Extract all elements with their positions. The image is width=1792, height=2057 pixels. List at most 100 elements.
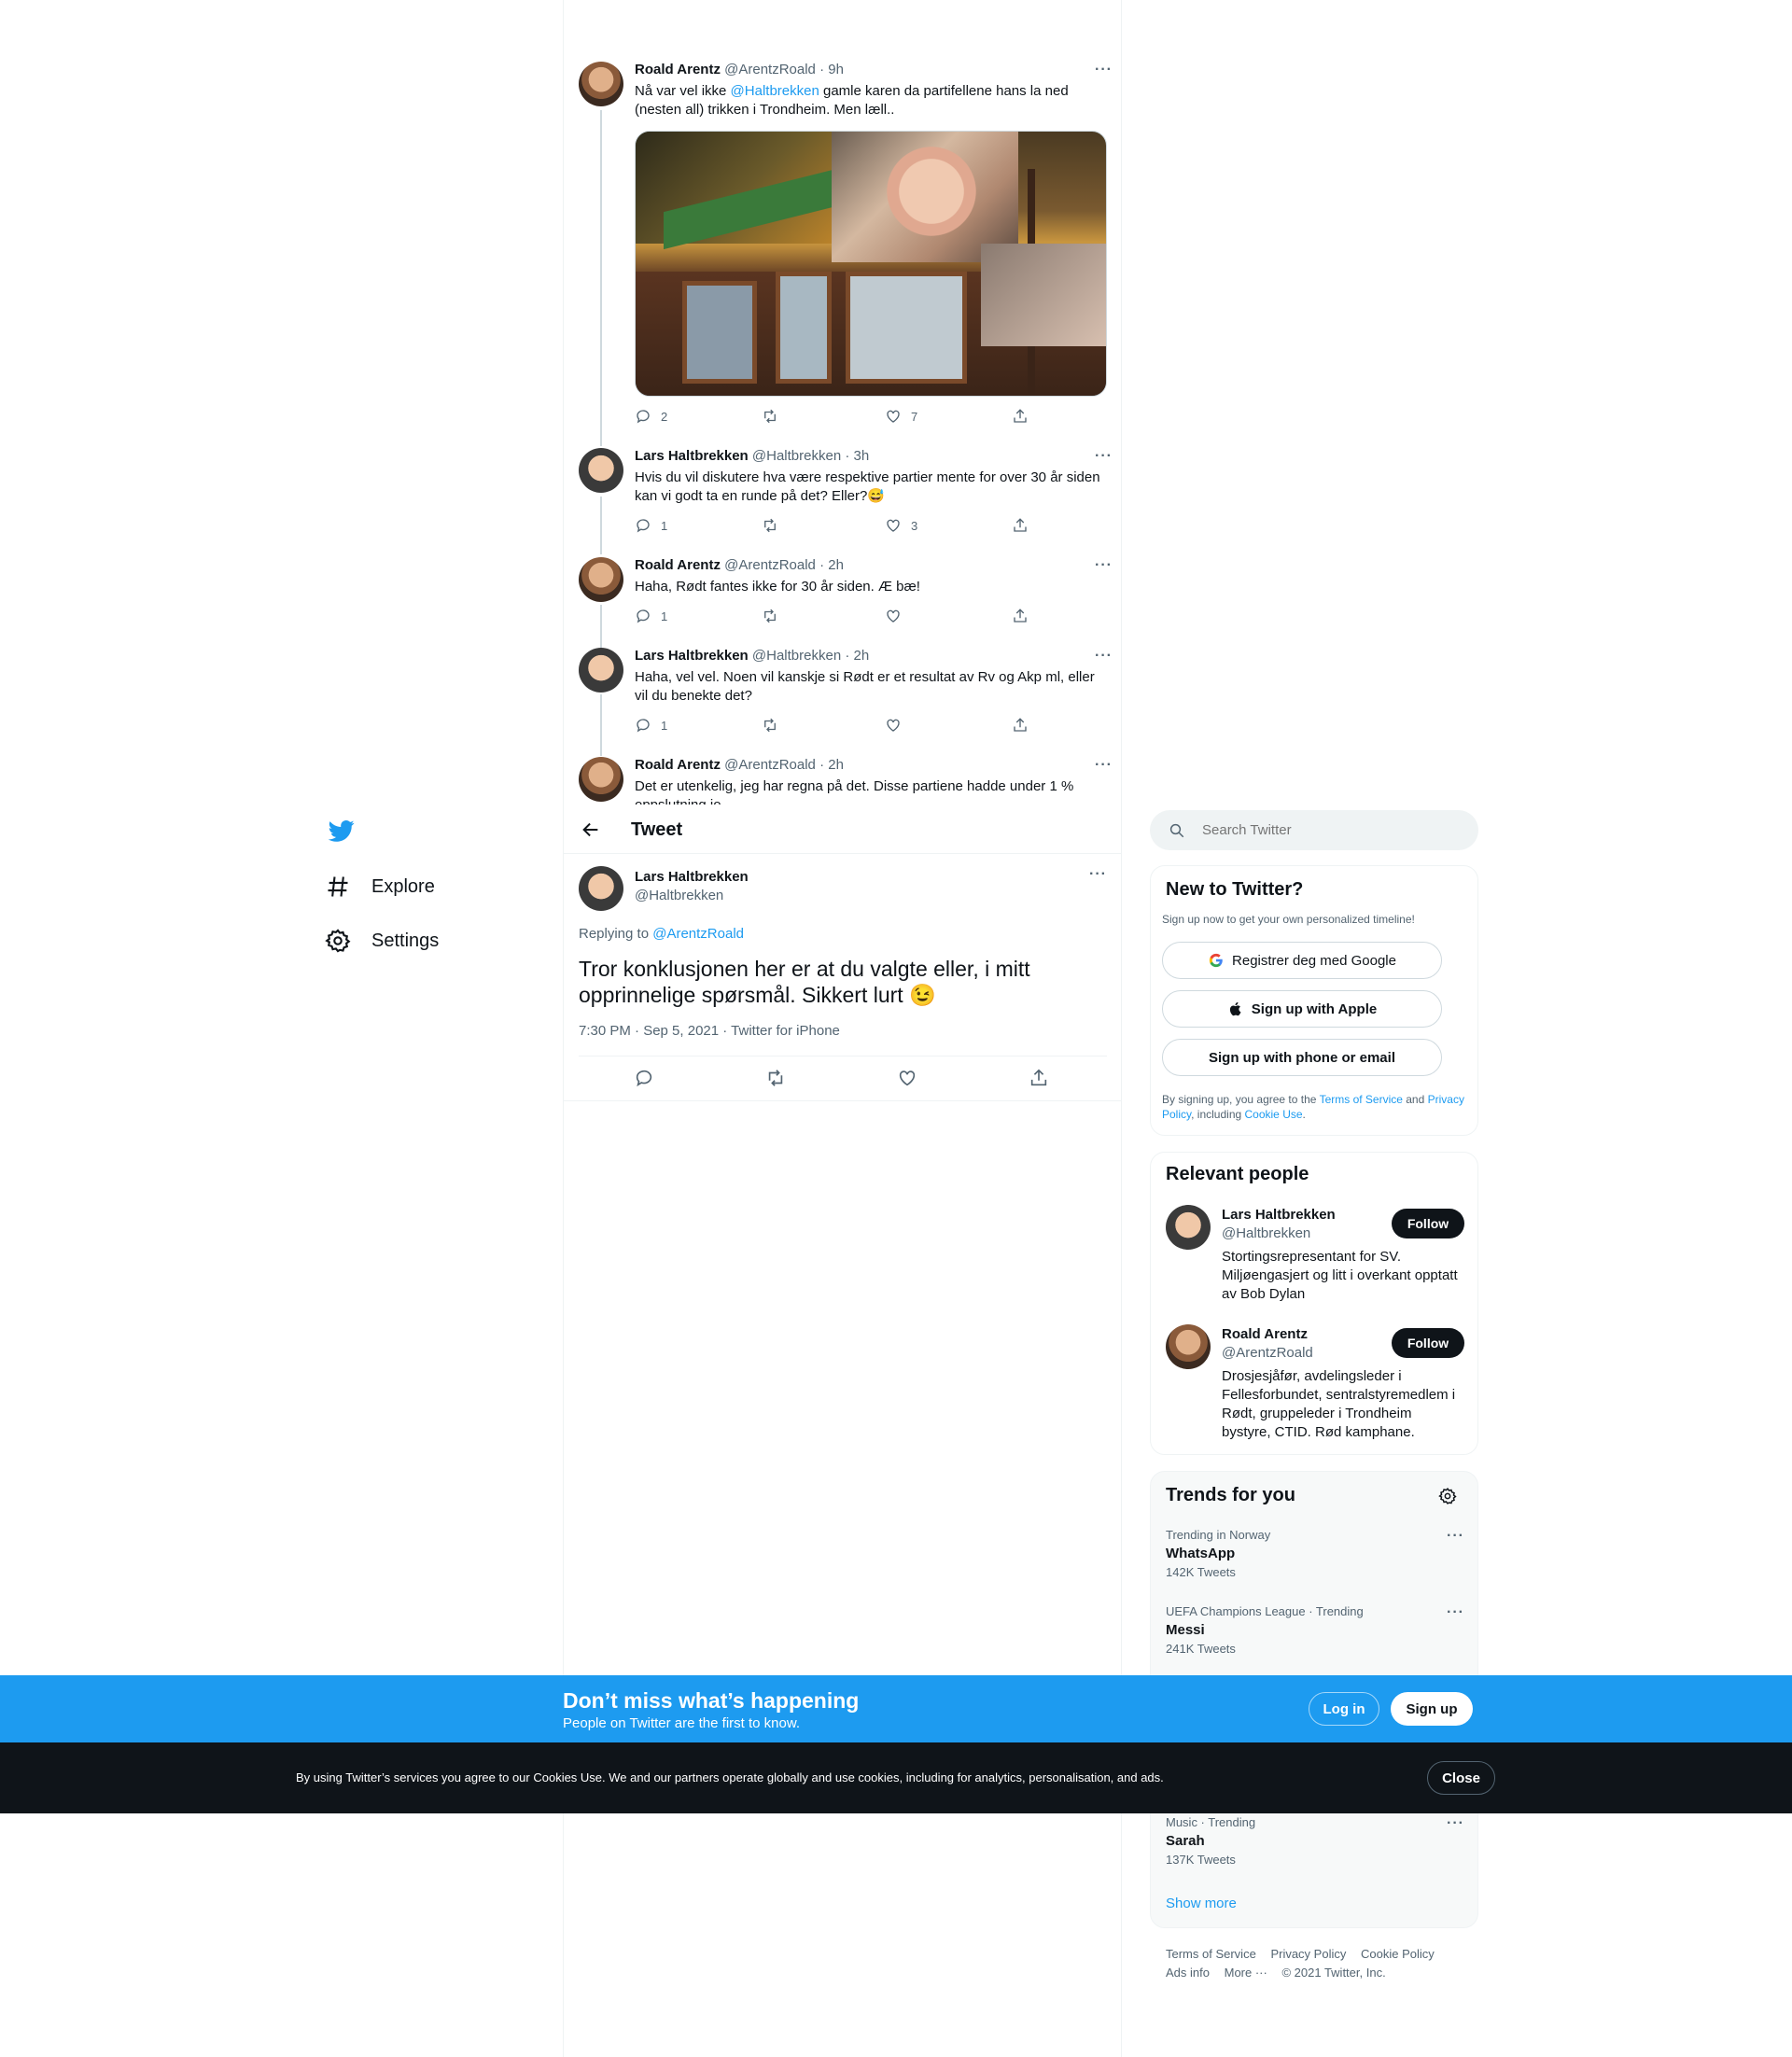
thread-tweet[interactable]: Roald Arentz @ArentzRoald · 2h ··· Det e… [579, 757, 1113, 805]
like-button[interactable]: 7 [885, 408, 917, 425]
author-name[interactable]: Roald Arentz [635, 62, 721, 77]
tweet-time[interactable]: · 2h [819, 557, 844, 573]
footer-cookie-link[interactable]: Cookie Policy [1361, 1947, 1435, 1961]
terms-link[interactable]: Terms of Service [1320, 1093, 1403, 1106]
reply-button[interactable]: 1 [635, 517, 667, 534]
avatar[interactable] [1166, 1205, 1211, 1250]
retweet-button[interactable] [762, 408, 778, 425]
footer-more-link[interactable]: More ··· [1225, 1966, 1267, 1980]
cookie-close-button[interactable]: Close [1427, 1761, 1495, 1795]
like-button[interactable] [897, 1068, 917, 1093]
avatar[interactable] [579, 62, 623, 106]
like-button[interactable] [885, 717, 902, 734]
reply-button[interactable]: 2 [635, 408, 667, 425]
relevant-people-card: Relevant people Lars Haltbrekken @Haltbr… [1150, 1152, 1478, 1455]
author-name[interactable]: Roald Arentz [635, 757, 721, 773]
author-handle[interactable]: @ArentzRoald [724, 557, 816, 573]
author-handle[interactable]: @ArentzRoald [724, 757, 816, 773]
more-options-icon[interactable]: ··· [1095, 757, 1113, 774]
replying-to-link[interactable]: @ArentzRoald [652, 926, 744, 942]
author-name[interactable]: Roald Arentz [635, 557, 721, 573]
avatar[interactable] [579, 557, 623, 602]
retweet-icon [764, 718, 776, 733]
more-options-icon[interactable]: ··· [1095, 62, 1113, 78]
phone-email-signup-button[interactable]: Sign up with phone or email [1162, 1039, 1442, 1076]
trend-item[interactable]: Trending in Norway WhatsApp 142K Tweets … [1166, 1528, 1464, 1579]
more-options-icon[interactable]: ··· [1095, 648, 1113, 665]
author-handle[interactable]: @Haltbrekken [635, 888, 723, 903]
avatar[interactable] [579, 866, 623, 911]
trend-name: Sarah [1166, 1833, 1205, 1849]
tweet-time[interactable]: · 2h [845, 648, 869, 664]
retweet-button[interactable] [762, 717, 778, 734]
share-button[interactable] [1029, 1068, 1049, 1093]
tweet-time[interactable]: · 9h [819, 62, 844, 77]
search-box[interactable] [1150, 810, 1478, 850]
tweet-time[interactable]: · 2h [819, 757, 844, 773]
reply-button[interactable] [634, 1068, 654, 1093]
avatar[interactable] [579, 648, 623, 693]
back-arrow-icon[interactable] [581, 819, 601, 840]
reply-button[interactable]: 1 [635, 608, 667, 624]
author-handle[interactable]: @Haltbrekken [752, 648, 841, 664]
google-signup-button[interactable]: Registrer deg med Google [1162, 942, 1442, 979]
more-options-icon[interactable]: ··· [1447, 1815, 1464, 1832]
thread-tweet[interactable]: Roald Arentz @ArentzRoald · 9h ··· Nå va… [579, 62, 1113, 435]
tweet-timestamp[interactable]: 7:30 PM · Sep 5, 2021 · Twitter for iPho… [579, 1023, 840, 1039]
share-button[interactable] [1012, 408, 1029, 425]
thread-tweet[interactable]: Roald Arentz @ArentzRoald · 2h ··· Haha,… [579, 557, 1113, 632]
more-options-icon[interactable]: ··· [1447, 1528, 1464, 1545]
author-handle[interactable]: @Haltbrekken [752, 448, 841, 464]
retweet-button[interactable] [762, 517, 778, 534]
trends-settings-icon[interactable] [1438, 1487, 1457, 1510]
follow-button[interactable]: Follow [1392, 1328, 1464, 1358]
more-options-icon[interactable]: ··· [1447, 1604, 1464, 1621]
avatar[interactable] [579, 448, 623, 493]
share-button[interactable] [1012, 517, 1029, 534]
trend-item[interactable]: Music · Trending Sarah 137K Tweets ··· [1166, 1815, 1464, 1867]
nav-explore[interactable]: Explore [325, 874, 435, 900]
trend-item[interactable]: UEFA Champions League · Trending Messi 2… [1166, 1604, 1464, 1656]
follow-button[interactable]: Follow [1392, 1209, 1464, 1238]
person-item[interactable]: Roald Arentz @ArentzRoald Follow Drosjes… [1151, 1324, 1479, 1446]
footer-ads-link[interactable]: Ads info [1166, 1966, 1210, 1980]
author-handle[interactable]: @ArentzRoald [724, 62, 816, 77]
nav-settings[interactable]: Settings [325, 928, 439, 954]
thread-tweet[interactable]: Lars Haltbrekken @Haltbrekken · 2h ··· H… [579, 648, 1113, 741]
share-button[interactable] [1012, 717, 1029, 734]
banner-signup-button[interactable]: Sign up [1391, 1692, 1473, 1726]
person-item[interactable]: Lars Haltbrekken @Haltbrekken Follow Sto… [1151, 1205, 1479, 1317]
more-options-icon[interactable]: ··· [1095, 557, 1113, 574]
mention-link[interactable]: @Haltbrekken [731, 83, 819, 99]
like-button[interactable]: 3 [885, 517, 917, 534]
author-name[interactable]: Lars Haltbrekken [635, 448, 749, 464]
tweet-photo[interactable] [635, 131, 1107, 397]
footer-links-row: Terms of Service Privacy Policy Cookie P… [1166, 1947, 1446, 1961]
thread-tweet[interactable]: Lars Haltbrekken @Haltbrekken · 3h ··· H… [579, 448, 1113, 541]
apple-signup-button[interactable]: Sign up with Apple [1162, 990, 1442, 1028]
login-button[interactable]: Log in [1309, 1692, 1379, 1726]
cookie-use-link[interactable]: Cookie Use [1245, 1108, 1303, 1121]
author-name[interactable]: Lars Haltbrekken [635, 869, 749, 885]
person-handle[interactable]: @Haltbrekken [1222, 1225, 1310, 1241]
footer-privacy-link[interactable]: Privacy Policy [1270, 1947, 1346, 1961]
share-button[interactable] [1012, 608, 1029, 624]
search-input[interactable] [1202, 822, 1463, 838]
avatar[interactable] [1166, 1324, 1211, 1369]
retweet-button[interactable] [762, 608, 778, 624]
avatar[interactable] [579, 757, 623, 802]
like-button[interactable] [885, 608, 902, 624]
twitter-logo-icon[interactable] [328, 818, 356, 844]
person-name[interactable]: Roald Arentz [1222, 1326, 1308, 1342]
person-handle[interactable]: @ArentzRoald [1222, 1345, 1313, 1361]
reply-button[interactable]: 1 [635, 717, 667, 734]
show-more-link[interactable]: Show more [1166, 1896, 1237, 1911]
more-options-icon[interactable]: ··· [1095, 448, 1113, 465]
author-name[interactable]: Lars Haltbrekken [635, 648, 749, 664]
footer-terms-link[interactable]: Terms of Service [1166, 1947, 1256, 1961]
more-options-icon[interactable]: ··· [1089, 866, 1107, 883]
trend-meta: Music · Trending [1166, 1815, 1256, 1829]
person-name[interactable]: Lars Haltbrekken [1222, 1207, 1336, 1223]
tweet-time[interactable]: · 3h [845, 448, 869, 464]
retweet-button[interactable] [765, 1068, 786, 1093]
